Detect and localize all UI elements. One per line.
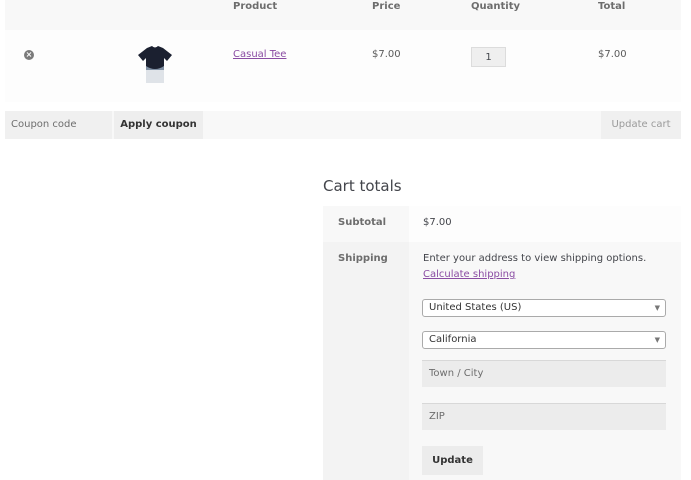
update-cart-button[interactable]: Update cart (601, 111, 681, 139)
shipping-label-cell: Shipping (323, 242, 409, 480)
shipping-label: Shipping (338, 253, 388, 264)
column-header-product: Product (233, 1, 278, 12)
subtotal-label-cell: Subtotal (323, 206, 409, 242)
apply-coupon-button[interactable]: Apply coupon (114, 111, 203, 139)
subtotal-label: Subtotal (338, 217, 387, 228)
country-select-value: United States (US) (429, 302, 522, 313)
product-price: $7.00 (372, 49, 401, 60)
cart-totals-title: Cart totals (323, 177, 402, 195)
table-row: × Casual Tee $7.00 1 $7.00 (5, 30, 681, 102)
shipping-message: Enter your address to view shipping opti… (423, 253, 647, 264)
product-name-link[interactable]: Casual Tee (233, 49, 286, 60)
state-select[interactable]: California ▼ (422, 331, 666, 349)
cart-table-header: Product Price Quantity Total (5, 0, 681, 30)
coupon-code-input[interactable]: Coupon code (5, 111, 112, 139)
quantity-input[interactable]: 1 (471, 47, 506, 67)
chevron-down-icon: ▼ (654, 304, 660, 312)
city-input[interactable]: Town / City (422, 360, 666, 387)
subtotal-value: $7.00 (423, 217, 452, 228)
remove-item-icon[interactable]: × (24, 50, 34, 60)
calculate-shipping-link[interactable]: Calculate shipping (423, 269, 515, 280)
zip-input[interactable]: ZIP (422, 403, 666, 430)
update-shipping-button[interactable]: Update (422, 446, 483, 475)
column-header-quantity: Quantity (471, 1, 520, 12)
country-select[interactable]: United States (US) ▼ (422, 299, 666, 317)
column-header-price: Price (372, 1, 401, 12)
product-thumbnail[interactable] (136, 45, 174, 85)
subtotal-row: Subtotal $7.00 (323, 206, 681, 242)
coupon-bar: Coupon code Apply coupon Update cart (5, 111, 681, 139)
product-total: $7.00 (598, 49, 627, 60)
shipping-row: Shipping Enter your address to view ship… (323, 242, 681, 480)
chevron-down-icon: ▼ (654, 336, 660, 344)
cart-table: Product Price Quantity Total × Casual Te… (5, 0, 681, 102)
column-header-total: Total (598, 1, 626, 12)
state-select-value: California (429, 334, 477, 345)
